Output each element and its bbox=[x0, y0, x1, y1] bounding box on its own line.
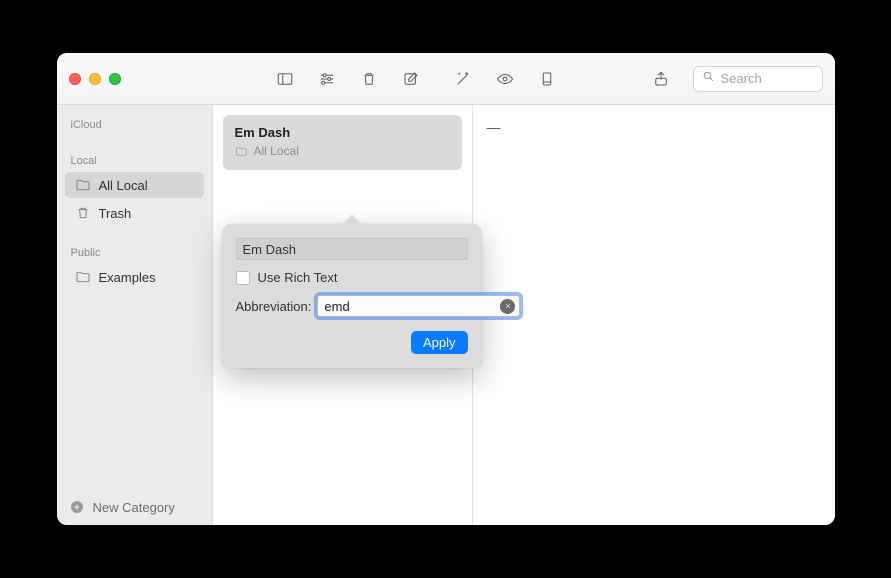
snippet-title: Em Dash bbox=[235, 125, 450, 140]
abbreviation-input[interactable] bbox=[324, 299, 500, 314]
plus-circle-icon bbox=[69, 499, 85, 515]
titlebar bbox=[57, 53, 835, 105]
rich-text-checkbox[interactable] bbox=[236, 271, 250, 285]
snippet-name-input[interactable] bbox=[236, 238, 468, 260]
minimize-window-button[interactable] bbox=[89, 73, 101, 85]
eye-icon[interactable] bbox=[495, 69, 515, 89]
search-icon bbox=[702, 70, 715, 88]
snippet-category: All Local bbox=[235, 144, 450, 158]
zoom-window-button[interactable] bbox=[109, 73, 121, 85]
detail-pane[interactable]: — bbox=[473, 105, 835, 525]
sidebar-item-trash[interactable]: Trash bbox=[65, 200, 204, 226]
share-icon[interactable] bbox=[651, 69, 671, 89]
sidebar: iCloud Local All Local Trash Public Exam… bbox=[57, 105, 213, 525]
abbreviation-field[interactable] bbox=[317, 295, 520, 317]
rich-text-label: Use Rich Text bbox=[258, 270, 338, 285]
new-category-label: New Category bbox=[93, 500, 175, 515]
sidebar-toggle-icon[interactable] bbox=[275, 69, 295, 89]
folder-icon bbox=[75, 269, 91, 285]
detail-content: — bbox=[487, 119, 501, 135]
device-icon[interactable] bbox=[537, 69, 557, 89]
sidebar-section-icloud: iCloud bbox=[57, 113, 212, 135]
apply-button[interactable]: Apply bbox=[411, 331, 468, 354]
sidebar-item-label: Trash bbox=[99, 206, 132, 221]
sidebar-item-examples[interactable]: Examples bbox=[65, 264, 204, 290]
toolbar-right-group bbox=[453, 66, 823, 92]
snippet-category-label: All Local bbox=[254, 144, 299, 158]
sidebar-item-label: Examples bbox=[99, 270, 156, 285]
sidebar-section-public: Public bbox=[57, 241, 212, 263]
compose-icon[interactable] bbox=[401, 69, 421, 89]
abbreviation-label: Abbreviation: bbox=[236, 299, 312, 314]
search-field[interactable] bbox=[693, 66, 823, 92]
clear-abbreviation-button[interactable] bbox=[500, 299, 515, 314]
sidebar-section-local: Local bbox=[57, 149, 212, 171]
sidebar-item-all-local[interactable]: All Local bbox=[65, 172, 204, 198]
search-input[interactable] bbox=[721, 71, 814, 86]
window-controls bbox=[69, 73, 121, 85]
window-body: iCloud Local All Local Trash Public Exam… bbox=[57, 105, 835, 525]
app-window: iCloud Local All Local Trash Public Exam… bbox=[57, 53, 835, 525]
sidebar-item-label: All Local bbox=[99, 178, 148, 193]
trash-icon[interactable] bbox=[359, 69, 379, 89]
trash-icon bbox=[75, 205, 91, 221]
snippet-popover: Use Rich Text Abbreviation: Apply bbox=[222, 224, 482, 368]
sliders-icon[interactable] bbox=[317, 69, 337, 89]
toolbar-left-group bbox=[275, 69, 421, 89]
close-window-button[interactable] bbox=[69, 73, 81, 85]
folder-icon bbox=[235, 145, 248, 158]
folder-icon bbox=[75, 177, 91, 193]
snippet-item[interactable]: Em Dash All Local bbox=[223, 115, 462, 170]
new-category-button[interactable]: New Category bbox=[57, 489, 212, 525]
close-icon bbox=[504, 302, 512, 310]
magic-wand-icon[interactable] bbox=[453, 69, 473, 89]
